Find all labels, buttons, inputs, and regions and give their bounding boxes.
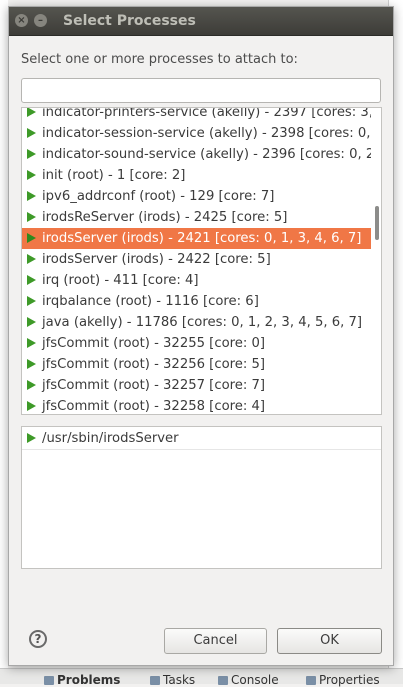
executable-path-item[interactable]: /usr/sbin/irodsServer — [22, 428, 381, 450]
select-processes-dialog: × – Select Processes Select one or more … — [8, 6, 394, 666]
background-editor-left — [0, 0, 8, 683]
process-label: jfsCommit (root) - 32256 [core: 5] — [42, 357, 266, 372]
executable-path-list[interactable]: /usr/sbin/irodsServer — [21, 426, 382, 569]
green-triangle-icon — [27, 149, 36, 159]
process-list-item[interactable]: init (root) - 1 [core: 2] — [22, 165, 372, 186]
green-triangle-icon — [27, 338, 36, 348]
green-triangle-icon — [27, 128, 36, 138]
process-list-scroll-thumb[interactable] — [375, 206, 379, 240]
green-triangle-icon — [27, 433, 36, 443]
process-list[interactable]: indicator-printers-service (akelly) - 23… — [21, 107, 382, 415]
process-label: irqbalance (root) - 1116 [core: 6] — [42, 294, 259, 309]
process-list-item[interactable]: irodsServer (irods) - 2421 [cores: 0, 1,… — [22, 228, 372, 249]
process-label: indicator-sound-service (akelly) - 2396 … — [42, 147, 372, 162]
close-window-button[interactable]: × — [15, 14, 28, 27]
green-triangle-icon — [27, 275, 36, 285]
green-triangle-icon — [27, 212, 36, 222]
process-list-item[interactable]: jfsCommit (root) - 32256 [core: 5] — [22, 354, 372, 375]
process-label: indicator-printers-service (akelly) - 23… — [42, 107, 372, 120]
process-list-item[interactable]: irqbalance (root) - 1116 [core: 6] — [22, 291, 372, 312]
green-triangle-icon — [27, 317, 36, 327]
process-label: jfsCommit (root) - 32255 [core: 0] — [42, 336, 266, 351]
green-triangle-icon — [27, 359, 36, 369]
problems-icon — [44, 676, 54, 685]
process-label: jfsCommit (root) - 32258 [core: 4] — [42, 399, 266, 414]
process-list-item[interactable]: jfsCommit (root) - 32257 [core: 7] — [22, 375, 372, 396]
green-triangle-icon — [27, 380, 36, 390]
process-label: irodsServer (irods) - 2422 [core: 5] — [42, 252, 271, 267]
ok-button[interactable]: OK — [277, 628, 382, 654]
help-icon[interactable]: ? — [29, 630, 47, 648]
process-list-item[interactable]: irodsServer (irods) - 2422 [core: 5] — [22, 249, 372, 270]
green-triangle-icon — [27, 108, 36, 117]
process-label: ipv6_addrconf (root) - 129 [core: 7] — [42, 189, 275, 204]
background-view-tabs: Problems Tasks Console Properties — [0, 668, 403, 687]
process-list-item[interactable]: jfsCommit (root) - 32258 [core: 4] — [22, 396, 372, 414]
cancel-button[interactable]: Cancel — [164, 628, 267, 654]
process-list-scrollbar[interactable] — [371, 108, 381, 414]
instruction-label: Select one or more processes to attach t… — [21, 52, 298, 67]
process-list-item[interactable]: indicator-printers-service (akelly) - 23… — [22, 107, 372, 123]
process-list-item[interactable]: java (akelly) - 11786 [cores: 0, 1, 2, 3… — [22, 312, 372, 333]
process-list-item[interactable]: indicator-session-service (akelly) - 239… — [22, 123, 372, 144]
process-label: irodsServer (irods) - 2421 [cores: 0, 1,… — [42, 231, 362, 246]
console-icon — [218, 676, 228, 685]
process-list-item[interactable]: jfsCommit (root) - 32255 [core: 0] — [22, 333, 372, 354]
tasks-icon — [150, 676, 160, 685]
process-list-item[interactable]: irodsReServer (irods) - 2425 [core: 5] — [22, 207, 372, 228]
process-label: java (akelly) - 11786 [cores: 0, 1, 2, 3… — [42, 315, 363, 330]
properties-icon — [306, 676, 316, 685]
process-rows: indicator-printers-service (akelly) - 23… — [22, 107, 372, 414]
green-triangle-icon — [27, 401, 36, 411]
green-triangle-icon — [27, 170, 36, 180]
process-list-item[interactable]: irq (root) - 411 [core: 4] — [22, 270, 372, 291]
executable-path-label: /usr/sbin/irodsServer — [42, 431, 179, 446]
process-label: jfsCommit (root) - 32257 [core: 7] — [42, 378, 266, 393]
minimize-window-button[interactable]: – — [34, 14, 47, 27]
background-tab-problems[interactable]: Problems — [44, 673, 120, 687]
process-label: indicator-session-service (akelly) - 239… — [42, 126, 372, 141]
process-label: irq (root) - 411 [core: 4] — [42, 273, 199, 288]
green-triangle-icon — [27, 254, 36, 264]
process-label: irodsReServer (irods) - 2425 [core: 5] — [42, 210, 288, 225]
green-triangle-icon — [27, 233, 36, 243]
background-tab-properties[interactable]: Properties — [306, 673, 380, 687]
process-list-item[interactable]: ipv6_addrconf (root) - 129 [core: 7] — [22, 186, 372, 207]
background-tab-console[interactable]: Console — [218, 673, 279, 687]
green-triangle-icon — [27, 296, 36, 306]
process-filter-input[interactable] — [21, 78, 381, 103]
process-label: init (root) - 1 [core: 2] — [42, 168, 186, 183]
background-tab-tasks[interactable]: Tasks — [150, 673, 195, 687]
dialog-title: Select Processes — [63, 13, 196, 29]
process-list-item[interactable]: indicator-sound-service (akelly) - 2396 … — [22, 144, 372, 165]
green-triangle-icon — [27, 191, 36, 201]
dialog-titlebar: × – Select Processes — [9, 7, 393, 36]
